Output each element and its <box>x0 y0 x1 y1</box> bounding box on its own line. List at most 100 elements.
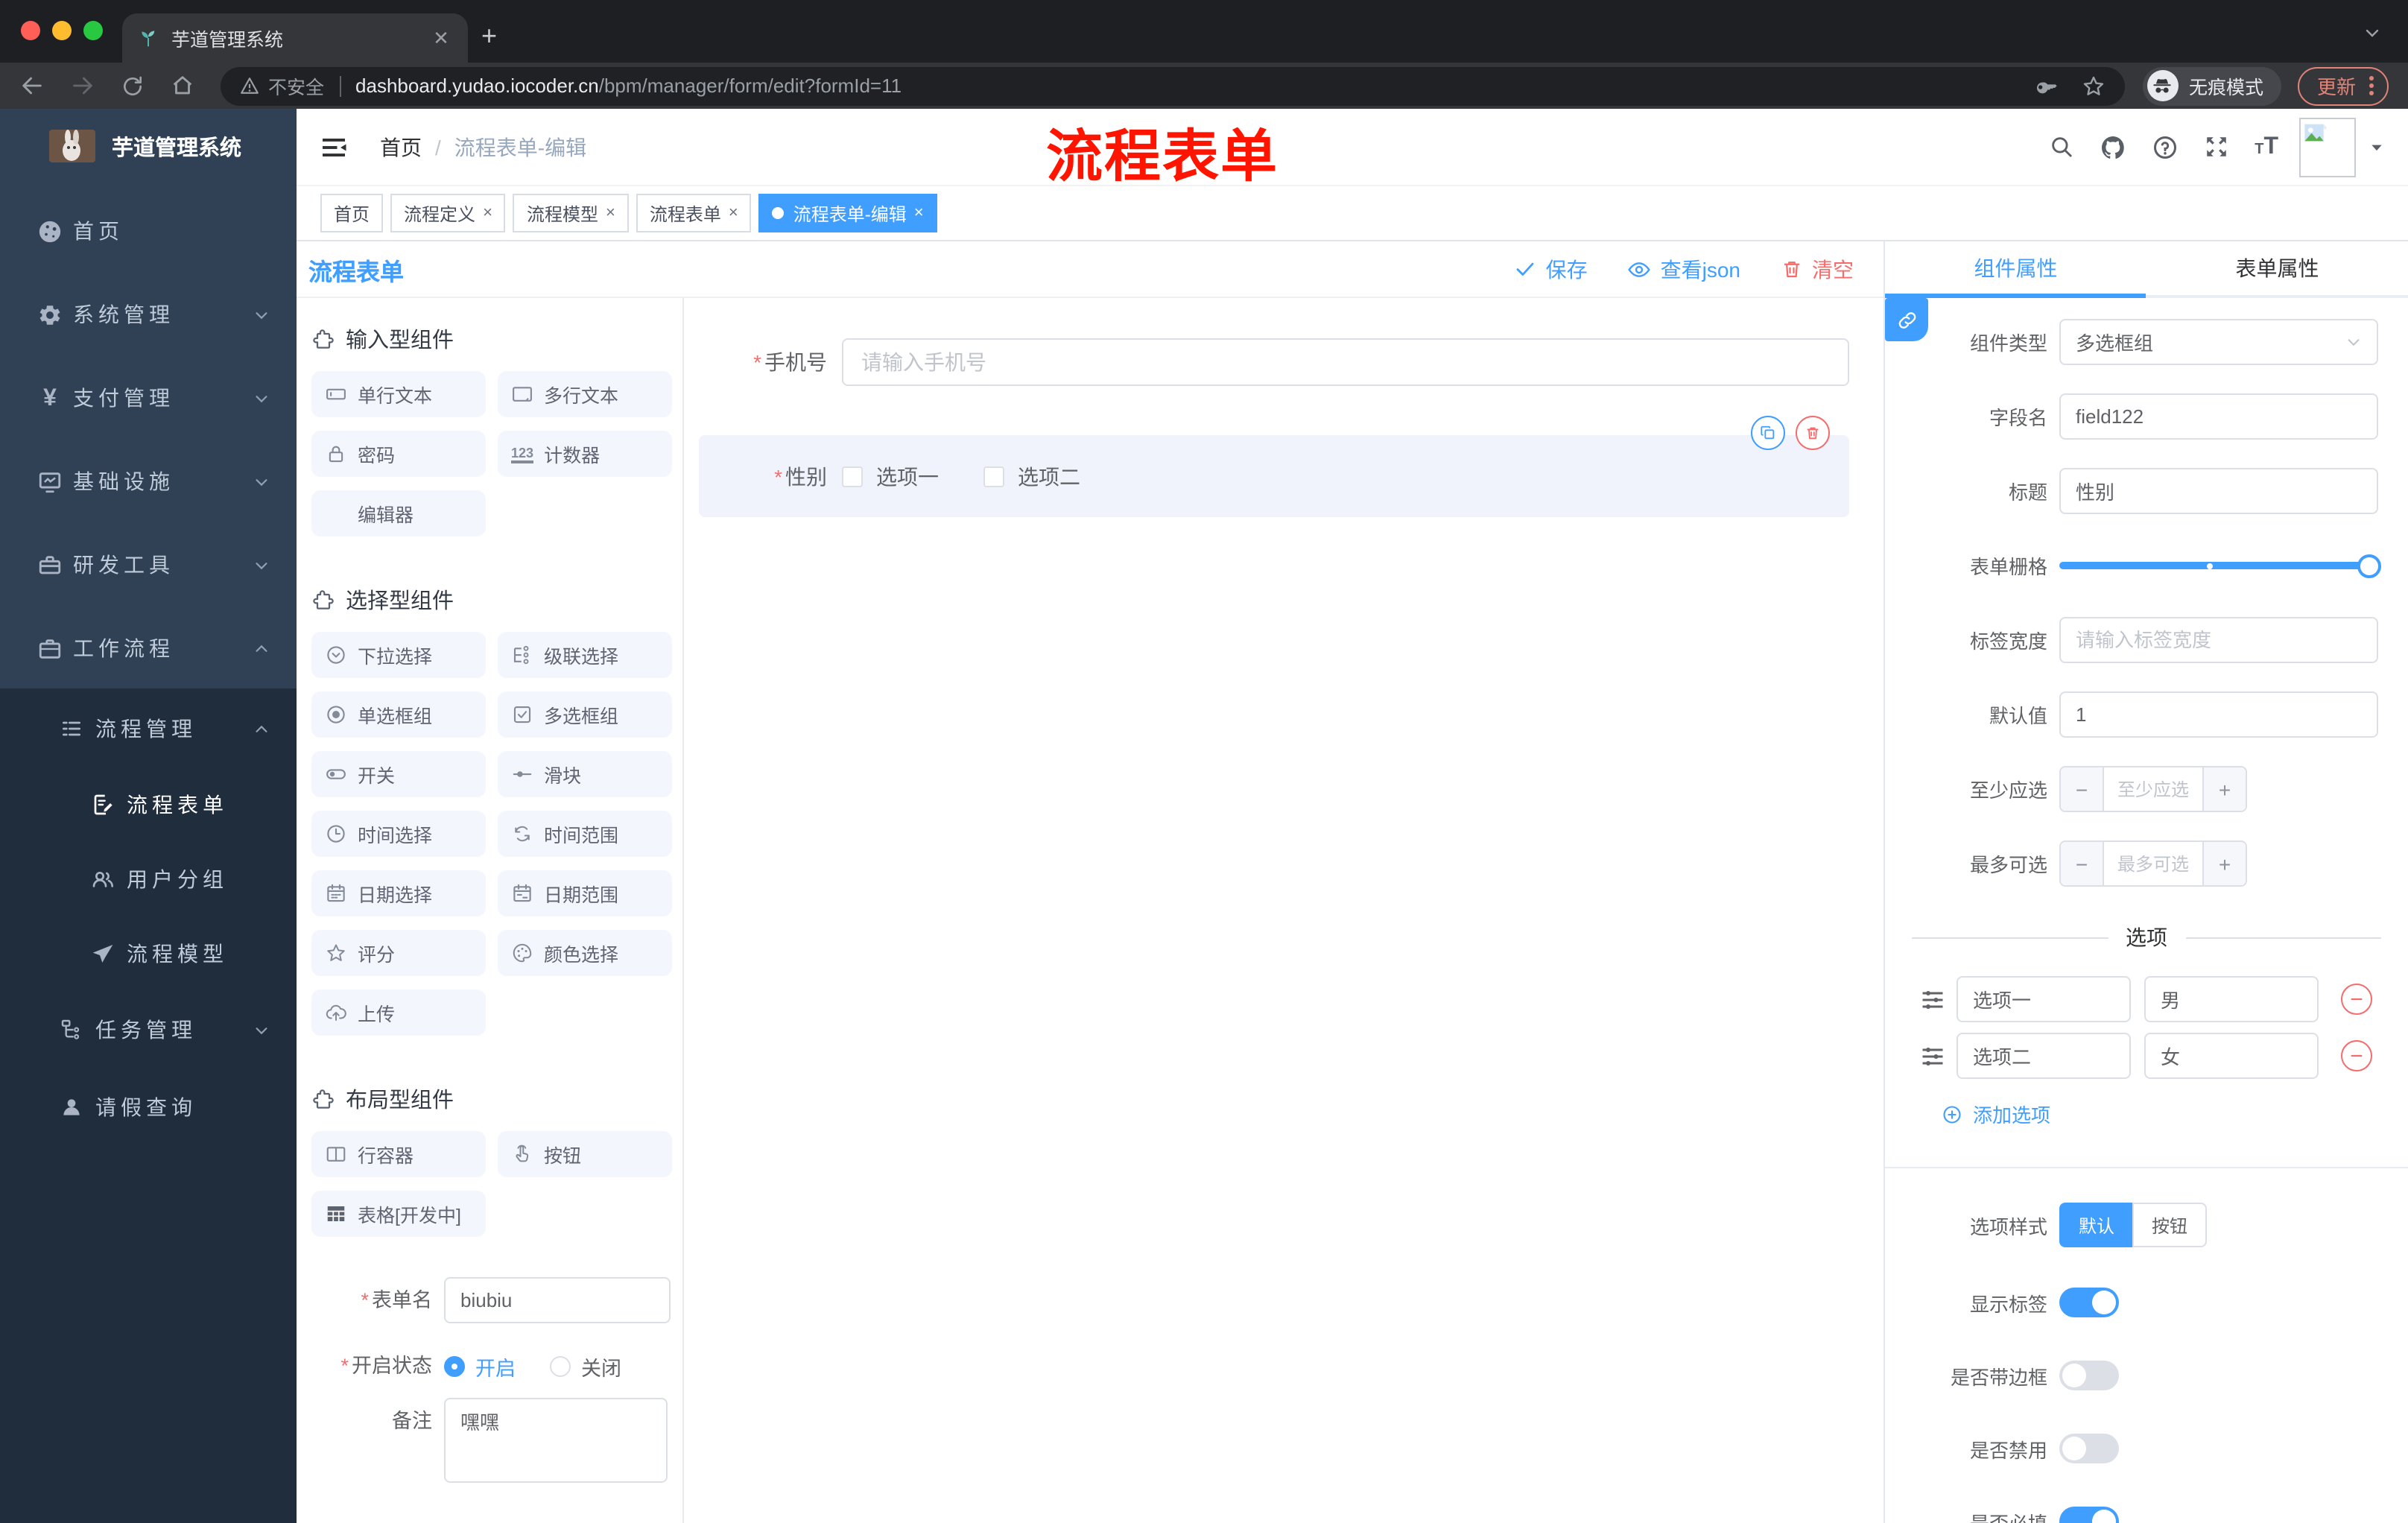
slider-handle[interactable] <box>2357 554 2381 577</box>
security-label[interactable]: 不安全 <box>268 72 324 100</box>
palette-item-checkbox-group[interactable]: 多选框组 <box>498 691 672 738</box>
tag-close-icon[interactable]: × <box>606 204 615 222</box>
label-width-input[interactable] <box>2059 617 2378 663</box>
form-canvas[interactable]: * 手机号 请输入手机号 * 性别 选项一 选项二 <box>684 298 1883 1523</box>
tag-process-form-edit[interactable]: 流程表单-编辑 × <box>758 194 937 232</box>
palette-item-table[interactable]: 表格[开发中] <box>311 1191 486 1237</box>
view-json-button[interactable]: 查看json <box>1628 254 1740 284</box>
show-label-toggle[interactable] <box>2059 1288 2119 1317</box>
avatar[interactable] <box>2299 117 2356 177</box>
phone-input[interactable] <box>842 338 1849 386</box>
copy-component-button[interactable] <box>1751 416 1785 450</box>
option-style-button[interactable]: 按钮 <box>2132 1203 2208 1247</box>
zoom-window-button[interactable] <box>83 21 103 40</box>
option-1-value-input[interactable] <box>2144 976 2319 1022</box>
form-remark-textarea[interactable]: 嘿嘿 <box>444 1398 668 1483</box>
palette-item-date-picker[interactable]: 日期选择 <box>311 870 486 916</box>
disabled-toggle[interactable] <box>2059 1434 2119 1463</box>
remove-option-button[interactable] <box>2341 1040 2372 1071</box>
option-2-label-input[interactable] <box>1956 1033 2131 1079</box>
font-size-icon[interactable]: TT <box>2255 133 2278 160</box>
slider-track[interactable] <box>2059 562 2378 569</box>
palette-item-password[interactable]: 密码 <box>311 431 486 477</box>
tag-process-definition[interactable]: 流程定义 × <box>390 194 506 232</box>
palette-item-single-line-text[interactable]: 单行文本 <box>311 371 486 417</box>
palette-item-time-picker[interactable]: 时间选择 <box>311 811 486 857</box>
palette-item-row-container[interactable]: 行容器 <box>311 1131 486 1177</box>
fullscreen-icon[interactable] <box>2204 134 2229 159</box>
stepper-increase-button[interactable]: + <box>2202 767 2246 811</box>
add-option-button[interactable]: 添加选项 <box>1942 1100 2408 1128</box>
home-icon[interactable] <box>170 73 195 98</box>
palette-item-counter[interactable]: 123 计数器 <box>498 431 672 477</box>
sidebar-item-task-management[interactable]: 任务管理 <box>0 991 297 1068</box>
not-secure-warning-icon[interactable] <box>240 76 259 95</box>
form-name-input[interactable] <box>444 1277 671 1323</box>
tab-form-props[interactable]: 表单属性 <box>2146 241 2408 295</box>
sidebar-item-process-form[interactable]: 流程表单 <box>0 767 297 842</box>
canvas-field-phone[interactable]: * 手机号 <box>699 338 1849 386</box>
min-select-input[interactable] <box>2104 767 2202 811</box>
tag-home[interactable]: 首页 <box>320 194 384 232</box>
palette-item-switch[interactable]: 开关 <box>311 751 486 797</box>
save-button[interactable]: 保存 <box>1515 254 1588 284</box>
clear-button[interactable]: 清空 <box>1781 254 1854 284</box>
tab-search-chevron-icon[interactable] <box>2363 24 2381 42</box>
sidebar-item-home[interactable]: 首页 <box>0 189 297 273</box>
back-icon[interactable] <box>19 73 45 98</box>
tag-close-icon[interactable]: × <box>729 204 738 222</box>
url-bar[interactable]: 不安全 dashboard.yudao.iocoder.cn/bpm/manag… <box>221 66 2125 105</box>
sidebar-collapse-icon[interactable] <box>320 135 347 159</box>
stepper-increase-button[interactable]: + <box>2202 842 2246 885</box>
palette-item-color-picker[interactable]: 颜色选择 <box>498 930 672 976</box>
avatar-caret-icon[interactable] <box>2369 139 2384 154</box>
drag-handle-icon[interactable] <box>1919 1042 1946 1069</box>
sidebar-item-system[interactable]: 系统管理 <box>0 273 297 356</box>
tag-close-icon[interactable]: × <box>483 204 492 222</box>
component-type-select[interactable]: 多选框组 <box>2059 319 2378 365</box>
sidebar-item-infrastructure[interactable]: 基础设施 <box>0 440 297 523</box>
max-select-input[interactable] <box>2104 842 2202 885</box>
remove-option-button[interactable] <box>2341 984 2372 1015</box>
palette-item-time-range[interactable]: 时间范围 <box>498 811 672 857</box>
bookmark-star-icon[interactable] <box>2082 74 2106 98</box>
help-icon[interactable] <box>2152 133 2179 160</box>
link-tag-button[interactable] <box>1885 298 1928 341</box>
tab-close-icon[interactable]: ✕ <box>429 26 453 50</box>
breadcrumb-home[interactable]: 首页 <box>380 132 422 162</box>
reload-icon[interactable] <box>121 74 145 98</box>
tag-process-model[interactable]: 流程模型 × <box>513 194 629 232</box>
sidebar-item-leave-query[interactable]: 请假查询 <box>0 1068 297 1146</box>
gender-option-1-checkbox[interactable]: 选项一 <box>842 461 939 491</box>
delete-component-button[interactable] <box>1796 416 1830 450</box>
sidebar-item-process-model[interactable]: 流程模型 <box>0 916 297 991</box>
status-open-radio[interactable]: 开启 <box>444 1351 516 1381</box>
drag-handle-icon[interactable] <box>1919 986 1946 1013</box>
chrome-menu-icon[interactable] <box>2369 76 2374 95</box>
close-window-button[interactable] <box>21 21 40 40</box>
tag-process-form[interactable]: 流程表单 × <box>636 194 752 232</box>
option-2-value-input[interactable] <box>2144 1033 2319 1079</box>
gender-option-2-checkbox[interactable]: 选项二 <box>983 461 1080 491</box>
checkbox-box[interactable] <box>983 466 1004 487</box>
palette-item-cascader[interactable]: 级联选择 <box>498 632 672 678</box>
palette-item-editor[interactable]: 编辑器 <box>311 490 486 536</box>
palette-item-dropdown[interactable]: 下拉选择 <box>311 632 486 678</box>
status-closed-radio[interactable]: 关闭 <box>550 1351 621 1381</box>
option-1-label-input[interactable] <box>1956 976 2131 1022</box>
canvas-field-gender-selected[interactable]: * 性别 选项一 选项二 <box>699 416 1849 517</box>
sidebar-item-workflow[interactable]: 工作流程 <box>0 607 297 690</box>
palette-item-multi-line-text[interactable]: 多行文本 <box>498 371 672 417</box>
title-input[interactable] <box>2059 468 2378 514</box>
palette-item-radio-group[interactable]: 单选框组 <box>311 691 486 738</box>
palette-item-slider[interactable]: 滑块 <box>498 751 672 797</box>
stepper-decrease-button[interactable]: − <box>2061 767 2104 811</box>
sidebar-item-user-groups[interactable]: 用户分组 <box>0 842 297 916</box>
tab-component-props[interactable]: 组件属性 <box>1885 241 2146 295</box>
tag-close-icon[interactable]: × <box>914 204 924 222</box>
sidebar-item-payment[interactable]: ¥ 支付管理 <box>0 356 297 440</box>
browser-tab[interactable]: 芋道管理系统 ✕ <box>122 13 468 63</box>
palette-item-button[interactable]: 按钮 <box>498 1131 672 1177</box>
default-value-input[interactable] <box>2059 691 2378 738</box>
border-toggle[interactable] <box>2059 1361 2119 1390</box>
